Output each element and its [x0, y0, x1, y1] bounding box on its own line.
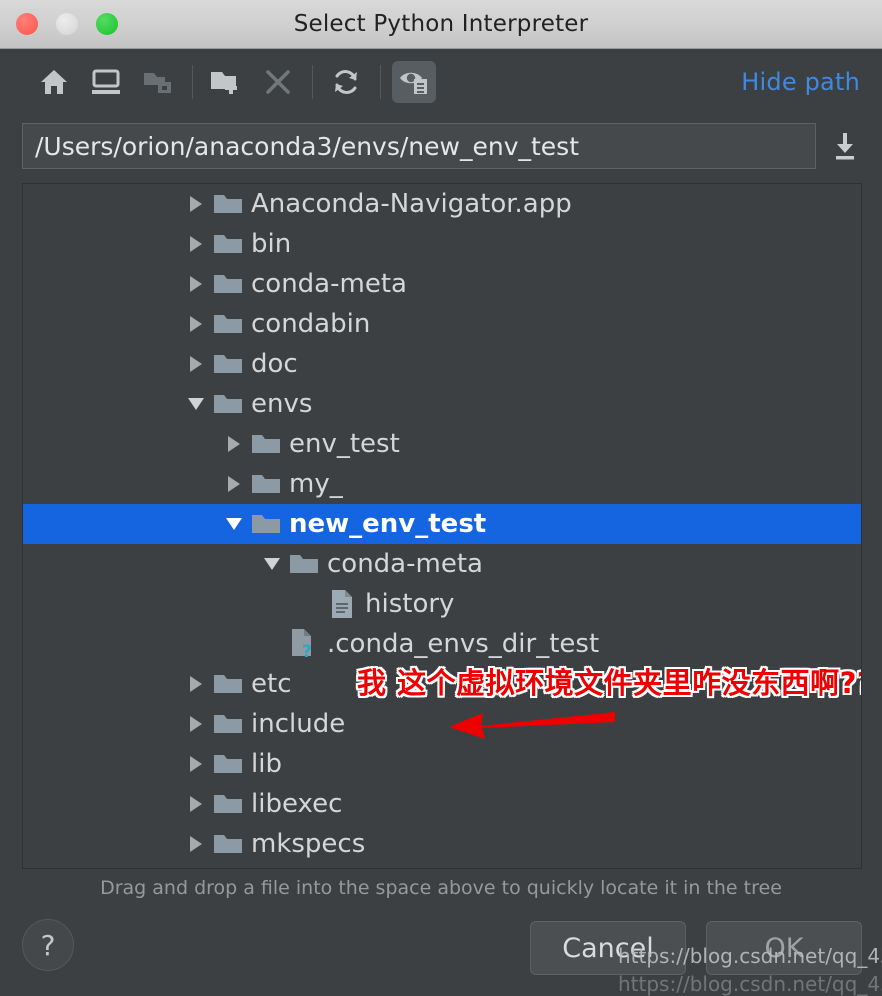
unknown-file-icon: ? [285, 624, 323, 664]
tree-row[interactable]: Anaconda-Navigator.app [23, 184, 861, 224]
tree-row[interactable]: condabin [23, 304, 861, 344]
file-text-icon [323, 584, 361, 624]
tree-row-label: conda-meta [251, 269, 407, 299]
tree-row-label: doc [251, 349, 298, 379]
svg-text:?: ? [302, 642, 312, 660]
toolbar: Hide path [0, 49, 882, 115]
maximize-window-button[interactable] [96, 13, 118, 35]
show-hidden-files-icon[interactable] [392, 61, 436, 103]
tree-row-label: include [251, 709, 346, 739]
folder-icon [247, 504, 285, 544]
chevron-right-icon[interactable] [183, 184, 209, 224]
tree-row-label: conda-meta [327, 549, 483, 579]
folder-icon [209, 304, 247, 344]
tree-row-label: condabin [251, 309, 371, 339]
tree-row[interactable]: bin [23, 224, 861, 264]
tree-row[interactable]: conda-meta [23, 544, 861, 584]
tree-row-label: new_env_test [289, 509, 487, 539]
chevron-down-icon[interactable] [259, 544, 285, 584]
tree-row[interactable]: my_ [23, 464, 861, 504]
recent-paths-icon[interactable] [828, 126, 862, 166]
tree-row[interactable]: lib [23, 744, 861, 784]
tree-row-label: bin [251, 229, 292, 259]
cancel-button[interactable]: Cancel [530, 921, 686, 975]
tree-row[interactable]: mkspecs [23, 824, 861, 864]
tree-row[interactable]: libexec [23, 784, 861, 824]
minimize-window-button[interactable] [56, 13, 78, 35]
tree-row[interactable]: conda-meta [23, 264, 861, 304]
folder-icon [285, 544, 323, 584]
chevron-right-icon[interactable] [183, 264, 209, 304]
tree-row[interactable]: doc [23, 344, 861, 384]
folder-icon [209, 384, 247, 424]
title-bar: Select Python Interpreter [0, 0, 882, 49]
path-input-value: /Users/orion/anaconda3/envs/new_env_test [35, 131, 579, 161]
tree-row[interactable]: history [23, 584, 861, 624]
chevron-right-icon[interactable] [183, 784, 209, 824]
refresh-icon[interactable] [324, 61, 368, 103]
path-input[interactable]: /Users/orion/anaconda3/envs/new_env_test [22, 123, 816, 169]
close-window-button[interactable] [16, 13, 38, 35]
chevron-right-icon[interactable] [183, 824, 209, 864]
dialog-footer: ? Cancel OK [0, 907, 882, 978]
folder-icon [209, 664, 247, 704]
tree-row[interactable]: include [23, 704, 861, 744]
dialog-window: Select Python Interpreter Hide path /Use… [0, 0, 882, 978]
tree-row-label: env_test [289, 429, 400, 459]
drag-drop-hint: Drag and drop a file into the space abov… [100, 877, 782, 899]
folder-icon [209, 704, 247, 744]
folder-icon [209, 224, 247, 264]
chevron-right-icon[interactable] [183, 664, 209, 704]
window-title: Select Python Interpreter [293, 11, 589, 37]
tree-row-label: mkspecs [251, 829, 366, 859]
desktop-icon[interactable] [84, 61, 128, 103]
folder-icon [209, 184, 247, 224]
tree-row[interactable]: ? .conda_envs_dir_test [23, 624, 861, 664]
chevron-down-icon[interactable] [183, 384, 209, 424]
tree-row[interactable]: new_env_test [23, 504, 861, 544]
folder-icon [209, 784, 247, 824]
tree-row[interactable]: env_test [23, 424, 861, 464]
help-button[interactable]: ? [22, 919, 74, 971]
traffic-light-group [16, 13, 118, 35]
chevron-right-icon[interactable] [183, 704, 209, 744]
folder-icon [209, 264, 247, 304]
file-tree: Anaconda-Navigator.app bin conda-meta conda… [23, 184, 861, 864]
chevron-right-icon[interactable] [183, 344, 209, 384]
tree-row-label: history [365, 589, 455, 619]
toolbar-separator-3 [380, 65, 381, 99]
tree-row-label: lib [251, 749, 282, 779]
chevron-right-icon[interactable] [221, 424, 247, 464]
chevron-right-icon[interactable] [221, 464, 247, 504]
tree-row-label: envs [251, 389, 313, 419]
ok-button[interactable]: OK [706, 921, 862, 975]
chevron-right-icon[interactable] [183, 224, 209, 264]
tree-row-label: my_ [289, 469, 343, 499]
home-icon[interactable] [32, 61, 76, 103]
folder-icon [209, 824, 247, 864]
file-tree-panel[interactable]: Anaconda-Navigator.app bin conda-meta conda… [22, 183, 862, 869]
toolbar-separator-1 [192, 65, 193, 99]
delete-x-icon [256, 61, 300, 103]
chevron-down-icon[interactable] [221, 504, 247, 544]
project-folder-icon [136, 61, 180, 103]
tree-row-label: libexec [251, 789, 343, 819]
folder-icon [209, 744, 247, 784]
folder-icon [247, 464, 285, 504]
chevron-right-icon[interactable] [183, 744, 209, 784]
tree-row-label: Anaconda-Navigator.app [251, 189, 572, 219]
toolbar-separator-2 [312, 65, 313, 99]
folder-icon [247, 424, 285, 464]
tree-row[interactable]: etc [23, 664, 861, 704]
tree-row[interactable]: envs [23, 384, 861, 424]
new-folder-icon[interactable] [204, 61, 248, 103]
folder-icon [209, 344, 247, 384]
hide-path-link[interactable]: Hide path [741, 68, 860, 96]
chevron-right-icon[interactable] [183, 304, 209, 344]
tree-row-label: etc [251, 669, 292, 699]
tree-row-label: .conda_envs_dir_test [327, 629, 600, 659]
path-row: /Users/orion/anaconda3/envs/new_env_test [0, 115, 882, 177]
